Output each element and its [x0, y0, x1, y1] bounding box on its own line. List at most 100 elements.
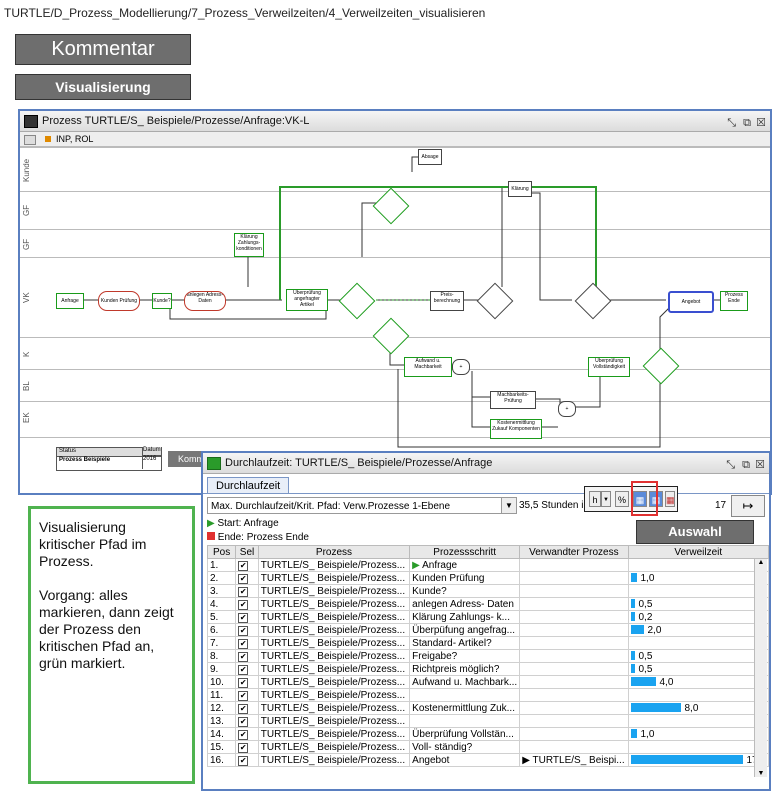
- cell-prozess: TURTLE/S_ Beispiele/Prozess...: [257, 701, 411, 715]
- table-row[interactable]: 1. ✔ TURTLE/S_ Beispiele/Prozess... ▶ Anfra…: [206, 558, 769, 572]
- process-canvas[interactable]: Kunde GF GF VK K BL EK Anfrage Kunden Pr…: [20, 147, 770, 493]
- table-row[interactable]: 6. ✔ TURTLE/S_ Beispiele/Prozess... Überpüf…: [206, 623, 769, 637]
- select-checkbox[interactable]: ✔: [238, 612, 249, 623]
- node-machbarkeit[interactable]: Machbarkeits-Prüfung: [490, 391, 536, 409]
- col-verw[interactable]: Verwandter Prozess: [519, 545, 629, 559]
- table-scrollbar[interactable]: ▲ ▼: [754, 559, 767, 777]
- cell-sel[interactable]: ✔: [235, 753, 259, 767]
- node-klaerung2[interactable]: Klärung: [508, 181, 532, 197]
- close-icon[interactable]: ☒: [755, 455, 765, 475]
- node-prozess-ende[interactable]: Prozess Ende: [720, 291, 748, 311]
- cell-sel[interactable]: ✔: [235, 662, 259, 676]
- table-row[interactable]: 11. ✔ TURTLE/S_ Beispiele/Prozess...: [206, 688, 769, 702]
- table-row[interactable]: 9. ✔ TURTLE/S_ Beispiele/Prozess... Richtpr…: [206, 662, 769, 676]
- cell-prozess: TURTLE/S_ Beispiele/Prozess...: [257, 753, 411, 767]
- select-checkbox[interactable]: ✔: [238, 625, 249, 636]
- cell-sel[interactable]: ✔: [235, 584, 259, 598]
- node-ueberpruefung-voll[interactable]: Überprüfung Vollständigkeit: [588, 357, 630, 377]
- cell-sel[interactable]: ✔: [235, 701, 259, 715]
- cell-sel[interactable]: ✔: [235, 636, 259, 650]
- dlz-titlebar[interactable]: Durchlaufzeit: TURTLE/S_ Beispiele/Proze…: [203, 453, 769, 474]
- table-row[interactable]: 10. ✔ TURTLE/S_ Beispiele/Prozess... Aufwan…: [206, 675, 769, 689]
- select-checkbox[interactable]: ✔: [238, 586, 249, 597]
- node-kosten[interactable]: Kostenermittlung Zukauf Komponenten: [490, 419, 542, 439]
- col-sel[interactable]: Sel: [235, 545, 259, 559]
- collapse-icon[interactable]: [24, 134, 36, 145]
- table-row[interactable]: 8. ✔ TURTLE/S_ Beispiele/Prozess... Freigab…: [206, 649, 769, 663]
- auswahl-button[interactable]: Auswahl: [636, 520, 754, 544]
- cell-sel[interactable]: ✔: [235, 623, 259, 637]
- select-checkbox[interactable]: ✔: [238, 599, 249, 610]
- select-checkbox[interactable]: ✔: [238, 716, 249, 727]
- unit-dropdown-icon[interactable]: ▼: [601, 491, 611, 507]
- minimize-icon[interactable]: ⤡: [726, 455, 735, 475]
- node-kunden-pruefung[interactable]: Kunden Prüfung: [98, 291, 140, 311]
- table-row[interactable]: 5. ✔ TURTLE/S_ Beispiele/Prozess... Klärung…: [206, 610, 769, 624]
- cell-schritt: [409, 688, 521, 702]
- maximize-icon[interactable]: ⧉: [742, 455, 750, 475]
- cell-sel[interactable]: ✔: [235, 597, 259, 611]
- table-row[interactable]: 13. ✔ TURTLE/S_ Beispiele/Prozess...: [206, 714, 769, 728]
- zeit-bar: [630, 625, 644, 635]
- percent-button[interactable]: %: [615, 491, 629, 507]
- unit-select[interactable]: h: [589, 491, 601, 507]
- maximize-icon[interactable]: ⧉: [743, 113, 751, 133]
- select-checkbox[interactable]: ✔: [238, 690, 249, 701]
- node-kunde[interactable]: Kunde?: [152, 293, 172, 309]
- node-angebot[interactable]: Angebot: [668, 291, 714, 313]
- minimize-icon[interactable]: ⤡: [727, 113, 736, 133]
- tab-durchlaufzeit[interactable]: Durchlaufzeit: [207, 477, 290, 494]
- chevron-down-icon[interactable]: ▼: [501, 498, 516, 513]
- table-row[interactable]: 3. ✔ TURTLE/S_ Beispiele/Prozess... Kunde?: [206, 584, 769, 598]
- cell-sel[interactable]: ✔: [235, 714, 259, 728]
- cell-sel[interactable]: ✔: [235, 688, 259, 702]
- col-zeit[interactable]: Verweilzeit: [627, 545, 769, 559]
- kommentar-button[interactable]: Kommentar: [15, 34, 191, 65]
- cell-verw: [519, 636, 629, 650]
- dlz-mode-select[interactable]: Max. Durchlaufzeit/Krit. Pfad: Verw.Proz…: [207, 497, 517, 514]
- reset-icon[interactable]: ▦: [665, 491, 675, 507]
- table-row[interactable]: 16. ✔ TURTLE/S_ Beispiele/Prozess... Angebo…: [206, 753, 769, 767]
- node-aufwand[interactable]: Aufwand u. Machbarkeit: [404, 357, 452, 377]
- visualisierung-button[interactable]: Visualisierung: [15, 74, 191, 100]
- select-checkbox[interactable]: ✔: [238, 573, 249, 584]
- col-prozess[interactable]: Prozess: [257, 545, 411, 559]
- node-adress[interactable]: anlegen Adress-Daten: [184, 291, 226, 311]
- table-row[interactable]: 2. ✔ TURTLE/S_ Beispiele/Prozess... Kunden …: [206, 571, 769, 585]
- close-icon[interactable]: ☒: [756, 113, 766, 133]
- table-row[interactable]: 4. ✔ TURTLE/S_ Beispiele/Prozess... anlegen…: [206, 597, 769, 611]
- dlz-count: 17: [715, 500, 727, 511]
- node-ueberpruefung[interactable]: Überprüfung angefragter Artikel: [286, 289, 328, 311]
- cell-sel[interactable]: ✔: [235, 610, 259, 624]
- col-schritt[interactable]: Prozessschritt: [409, 545, 521, 559]
- select-checkbox[interactable]: ✔: [238, 755, 249, 766]
- cell-sel[interactable]: ✔: [235, 727, 259, 741]
- cell-sel[interactable]: ✔: [235, 571, 259, 585]
- node-preis[interactable]: Preis-berechnung: [430, 291, 464, 311]
- cell-pos: 15.: [206, 740, 237, 754]
- select-checkbox[interactable]: ✔: [238, 677, 249, 688]
- select-checkbox[interactable]: ✔: [238, 729, 249, 740]
- scroll-down-icon[interactable]: ▼: [755, 770, 767, 777]
- select-checkbox[interactable]: ✔: [238, 742, 249, 753]
- table-row[interactable]: 14. ✔ TURTLE/S_ Beispiele/Prozess... Überpr…: [206, 727, 769, 741]
- node-absage[interactable]: Absage: [418, 149, 442, 165]
- cell-sel[interactable]: ✔: [235, 649, 259, 663]
- table-row[interactable]: 12. ✔ TURTLE/S_ Beispiele/Prozess... Kosten…: [206, 701, 769, 715]
- process-window-titlebar[interactable]: Prozess TURTLE/S_ Beispiele/Prozesse/Anf…: [20, 111, 770, 132]
- go-arrow-button[interactable]: ↦: [731, 495, 765, 517]
- scroll-up-icon[interactable]: ▲: [755, 559, 767, 566]
- select-checkbox[interactable]: ✔: [238, 651, 249, 662]
- select-checkbox[interactable]: ✔: [238, 560, 249, 571]
- select-checkbox[interactable]: ✔: [238, 664, 249, 675]
- cell-sel[interactable]: ✔: [235, 740, 259, 754]
- table-row[interactable]: 15. ✔ TURTLE/S_ Beispiele/Prozess... Voll- …: [206, 740, 769, 754]
- col-pos[interactable]: Pos: [206, 545, 237, 559]
- select-checkbox[interactable]: ✔: [238, 638, 249, 649]
- node-klaerung[interactable]: Klärung Zahlungs-konditionen: [234, 233, 264, 257]
- table-row[interactable]: 7. ✔ TURTLE/S_ Beispiele/Prozess... Standar…: [206, 636, 769, 650]
- node-anfrage[interactable]: Anfrage: [56, 293, 84, 309]
- select-checkbox[interactable]: ✔: [238, 703, 249, 714]
- cell-sel[interactable]: ✔: [235, 675, 259, 689]
- cell-sel[interactable]: ✔: [235, 558, 259, 572]
